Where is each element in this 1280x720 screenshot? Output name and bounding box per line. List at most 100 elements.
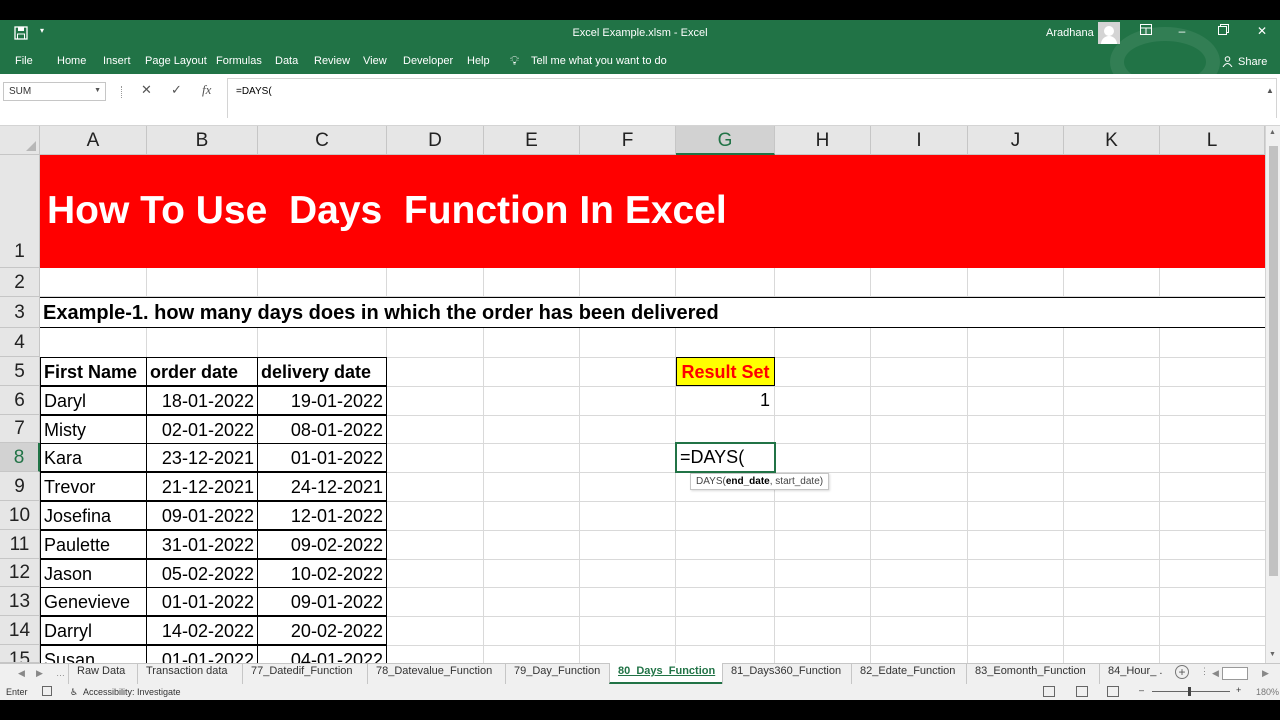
table-cell-order-date[interactable]: 01-01-2022 — [146, 645, 258, 663]
table-cell-delivery-date[interactable]: 09-02-2022 — [257, 530, 387, 559]
vertical-scrollbar[interactable]: ▲ ▼ — [1265, 126, 1280, 663]
tell-me-search[interactable]: Tell me what you want to do — [531, 55, 667, 67]
tab-home[interactable]: Home — [57, 55, 86, 67]
more-sheets-icon[interactable]: … — [56, 668, 65, 678]
row-header-4[interactable]: 4 — [0, 328, 40, 357]
table-cell-delivery-date[interactable]: 12-01-2022 — [257, 501, 387, 530]
expand-formula-bar-icon[interactable]: ▲ — [1266, 86, 1274, 95]
column-header-h[interactable]: H — [775, 126, 871, 155]
column-header-f[interactable]: F — [580, 126, 676, 155]
add-sheet-icon[interactable]: + — [1175, 665, 1189, 679]
sheet-tab-days360[interactable]: 81_Days360_Function — [722, 663, 849, 684]
tab-split-handle[interactable]: ⋮ — [1200, 666, 1209, 677]
row-header-7[interactable]: 7 — [0, 415, 40, 443]
row-header-3[interactable]: 3 — [0, 297, 40, 328]
row-header-10[interactable]: 10 — [0, 501, 40, 530]
table-cell-name[interactable]: Darryl — [40, 616, 147, 645]
zoom-slider-knob[interactable] — [1188, 687, 1191, 696]
column-header-a[interactable]: A — [40, 126, 147, 155]
zoom-slider[interactable] — [1152, 691, 1230, 692]
restore-icon[interactable] — [1213, 24, 1233, 42]
scroll-down-icon[interactable]: ▼ — [1269, 651, 1276, 658]
zoom-in-icon[interactable]: + — [1236, 685, 1241, 695]
zoom-out-icon[interactable]: – — [1139, 685, 1144, 695]
row-header-15[interactable]: 15 — [0, 645, 40, 663]
table-cell-delivery-date[interactable]: 19-01-2022 — [257, 386, 387, 415]
table-header-order-date[interactable]: order date — [146, 357, 258, 386]
row-header-6[interactable]: 6 — [0, 386, 40, 415]
close-icon[interactable]: ✕ — [1252, 24, 1272, 42]
table-cell-order-date[interactable]: 14-02-2022 — [146, 616, 258, 645]
row-header-12[interactable]: 12 — [0, 559, 40, 587]
share-button[interactable]: Share — [1238, 56, 1267, 68]
table-cell-name[interactable]: Paulette — [40, 530, 147, 559]
row-header-8[interactable]: 8 — [0, 443, 40, 472]
result-set-header[interactable]: Result Set — [676, 357, 775, 386]
page-layout-view-icon[interactable] — [1076, 686, 1088, 697]
formula-input[interactable]: =DAYS( — [227, 78, 1277, 118]
scroll-thumb[interactable] — [1269, 146, 1278, 576]
sheet-tab-transaction-data[interactable]: Transaction data — [137, 663, 236, 684]
horizontal-scroll-thumb[interactable] — [1222, 667, 1248, 680]
row-header-14[interactable]: 14 — [0, 616, 40, 645]
table-cell-delivery-date[interactable]: 09-01-2022 — [257, 587, 387, 616]
chevron-down-icon[interactable]: ▼ — [94, 87, 101, 94]
select-all-button[interactable] — [0, 126, 40, 155]
hscroll-right-icon[interactable]: ▶ — [1262, 668, 1269, 679]
row-header-2[interactable]: 2 — [0, 268, 40, 297]
sheet-tab-datedif[interactable]: 77_Datedif_Function — [242, 663, 361, 684]
sheet-tab-eomonth[interactable]: 83_Eomonth_Function — [966, 663, 1094, 684]
tab-help[interactable]: Help — [467, 55, 490, 67]
table-cell-name[interactable]: Trevor — [40, 472, 147, 501]
table-cell-name[interactable]: Misty — [40, 415, 147, 444]
column-header-b[interactable]: B — [147, 126, 258, 155]
normal-view-icon[interactable] — [1043, 686, 1055, 697]
row-header-13[interactable]: 13 — [0, 587, 40, 616]
tab-developer[interactable]: Developer — [403, 55, 453, 67]
column-header-d[interactable]: D — [387, 126, 484, 155]
table-header-first-name[interactable]: First Name — [40, 357, 147, 386]
result-value-cell[interactable]: 1 — [676, 386, 775, 415]
tab-page-layout[interactable]: Page Layout — [145, 55, 207, 67]
table-cell-delivery-date[interactable]: 24-12-2021 — [257, 472, 387, 501]
table-cell-order-date[interactable]: 23-12-2021 — [146, 443, 258, 472]
table-cell-order-date[interactable]: 05-02-2022 — [146, 559, 258, 588]
macro-recording-icon[interactable] — [42, 686, 52, 696]
hscroll-left-icon[interactable]: ◀ — [1212, 668, 1219, 679]
table-cell-delivery-date[interactable]: 20-02-2022 — [257, 616, 387, 645]
table-cell-name[interactable]: Genevieve — [40, 587, 147, 616]
lightbulb-icon[interactable]: 💡︎ — [510, 53, 519, 69]
tooltip-current-arg[interactable]: end_date — [726, 476, 770, 487]
cancel-icon[interactable]: ✕ — [141, 82, 152, 98]
active-cell-editor[interactable]: =DAYS( — [675, 442, 776, 473]
function-tooltip[interactable]: DAYS(end_date, start_date) — [690, 473, 830, 490]
accessibility-icon[interactable]: ♿︎ — [70, 687, 78, 698]
accessibility-status[interactable]: Accessibility: Investigate — [83, 687, 181, 697]
table-cell-order-date[interactable]: 21-12-2021 — [146, 472, 258, 501]
sheet-tab-days-active[interactable]: 80_Days_Function — [609, 663, 724, 684]
column-header-e[interactable]: E — [484, 126, 580, 155]
table-cell-delivery-date[interactable]: 08-01-2022 — [257, 415, 387, 444]
tab-insert[interactable]: Insert — [103, 55, 131, 67]
avatar[interactable] — [1098, 22, 1120, 44]
zoom-level[interactable]: 180% — [1256, 687, 1279, 697]
row-header-9[interactable]: 9 — [0, 472, 40, 501]
tab-data[interactable]: Data — [275, 55, 298, 67]
share-icon[interactable] — [1222, 56, 1233, 70]
table-cell-order-date[interactable]: 31-01-2022 — [146, 530, 258, 559]
table-cell-name[interactable]: Daryl — [40, 386, 147, 415]
insert-function-icon[interactable]: fx — [202, 82, 211, 98]
table-cell-name[interactable]: Jason — [40, 559, 147, 588]
table-cell-name[interactable]: Kara — [40, 443, 147, 472]
next-sheet-icon[interactable]: ▶ — [36, 668, 43, 679]
table-cell-order-date[interactable]: 02-01-2022 — [146, 415, 258, 444]
tab-view[interactable]: View — [363, 55, 387, 67]
tab-formulas[interactable]: Formulas — [216, 55, 262, 67]
user-name[interactable]: Aradhana — [1046, 27, 1094, 39]
column-header-c[interactable]: C — [258, 126, 387, 155]
column-header-l[interactable]: L — [1160, 126, 1265, 155]
sheet-tab-hour[interactable]: 84_Hour_ ... — [1099, 663, 1163, 684]
table-cell-delivery-date[interactable]: 10-02-2022 — [257, 559, 387, 588]
table-cell-order-date[interactable]: 09-01-2022 — [146, 501, 258, 530]
sheet-tab-day[interactable]: 79_Day_Function — [505, 663, 608, 684]
